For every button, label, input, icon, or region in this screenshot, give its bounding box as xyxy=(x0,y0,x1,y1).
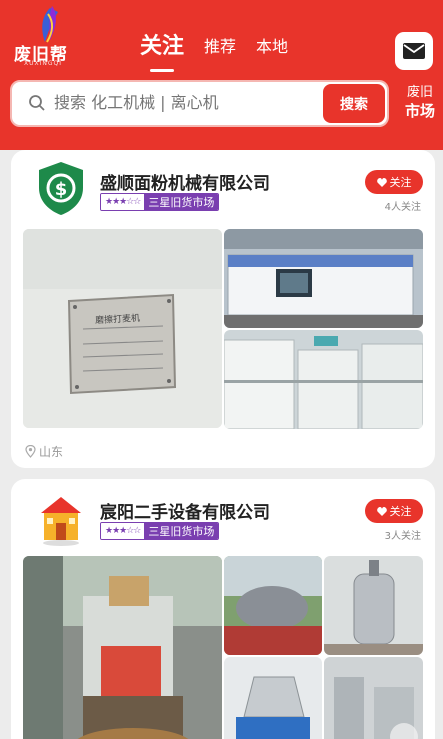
market-tier-label: 三星旧货市场 xyxy=(144,523,219,539)
product-photo[interactable]: 磨擦打麦机 xyxy=(23,229,222,428)
feed-tabs: 关注 推荐 本地 xyxy=(140,28,308,72)
mail-button[interactable] xyxy=(395,32,433,70)
company-card[interactable]: $ 盛顺面粉机械有限公司 ★★★☆☆ 三星旧货市场 关注 4人关注 磨擦打麦机 xyxy=(11,150,435,468)
product-photo[interactable] xyxy=(224,229,423,328)
follow-label: 关注 xyxy=(389,505,412,518)
follow-button[interactable]: 关注 xyxy=(365,499,423,523)
follower-count: 4人关注 xyxy=(384,202,421,213)
production-line-image xyxy=(324,657,423,739)
search-button[interactable]: 搜索 xyxy=(323,84,385,123)
product-photo[interactable] xyxy=(23,556,222,739)
house-icon xyxy=(41,497,81,546)
sorter-machine-image xyxy=(224,229,423,328)
product-photo[interactable] xyxy=(224,657,322,739)
mail-icon xyxy=(403,43,425,59)
location-pin-icon xyxy=(25,445,36,458)
dollar-shield-icon: $ xyxy=(39,162,83,215)
product-photo[interactable] xyxy=(224,330,423,429)
star-rating: ★★★☆☆ xyxy=(101,523,145,539)
tab-recommended[interactable]: 推荐 xyxy=(204,33,236,60)
top-header: 废旧帮 XUXINGQI 关注 推荐 本地 搜索 废旧 市场 xyxy=(0,0,443,150)
mill-machines-image xyxy=(224,330,423,429)
company-name[interactable]: 宸阳二手设备有限公司 xyxy=(100,498,270,523)
product-photo[interactable] xyxy=(224,556,322,655)
logo-subtext: XUXINGQI xyxy=(24,60,63,67)
follow-label: 关注 xyxy=(389,176,412,189)
location-label: 山东 xyxy=(25,443,63,460)
product-photo[interactable] xyxy=(324,657,423,739)
product-photo[interactable] xyxy=(324,556,423,655)
search-input[interactable] xyxy=(54,93,324,112)
location-text: 山东 xyxy=(39,445,64,459)
nameplate-text: 磨擦打麦机 xyxy=(94,313,141,327)
machine-nameplate-image xyxy=(23,229,222,428)
market-tier-label: 三星旧货市场 xyxy=(144,194,219,210)
follow-button[interactable]: 关注 xyxy=(365,170,423,194)
rating-badge: ★★★☆☆ 三星旧货市场 xyxy=(100,193,220,211)
reactor-vessel-image xyxy=(324,556,423,655)
heart-icon xyxy=(376,506,387,516)
company-card[interactable]: 宸阳二手设备有限公司 ★★★☆☆ 三星旧货市场 关注 3人关注 xyxy=(11,479,435,739)
search-icon xyxy=(29,95,45,111)
tank-truck-image xyxy=(224,556,322,655)
tab-local[interactable]: 本地 xyxy=(256,33,288,60)
market-link-line2: 市场 xyxy=(404,102,435,120)
company-name[interactable]: 盛顺面粉机械有限公司 xyxy=(100,169,270,194)
star-rating: ★★★☆☆ xyxy=(101,194,145,210)
mixer-machine-image xyxy=(224,657,322,739)
pellet-machine-image xyxy=(23,556,222,739)
rating-badge: ★★★☆☆ 三星旧货市场 xyxy=(100,522,220,540)
market-link-line1: 废旧 xyxy=(406,85,433,100)
follower-count: 3人关注 xyxy=(384,531,421,542)
heart-icon xyxy=(376,177,387,187)
used-market-link[interactable]: 废旧 市场 xyxy=(405,84,435,120)
svg-text:$: $ xyxy=(55,179,68,200)
search-bar[interactable]: 搜索 xyxy=(10,80,389,127)
tab-following[interactable]: 关注 xyxy=(140,28,184,72)
